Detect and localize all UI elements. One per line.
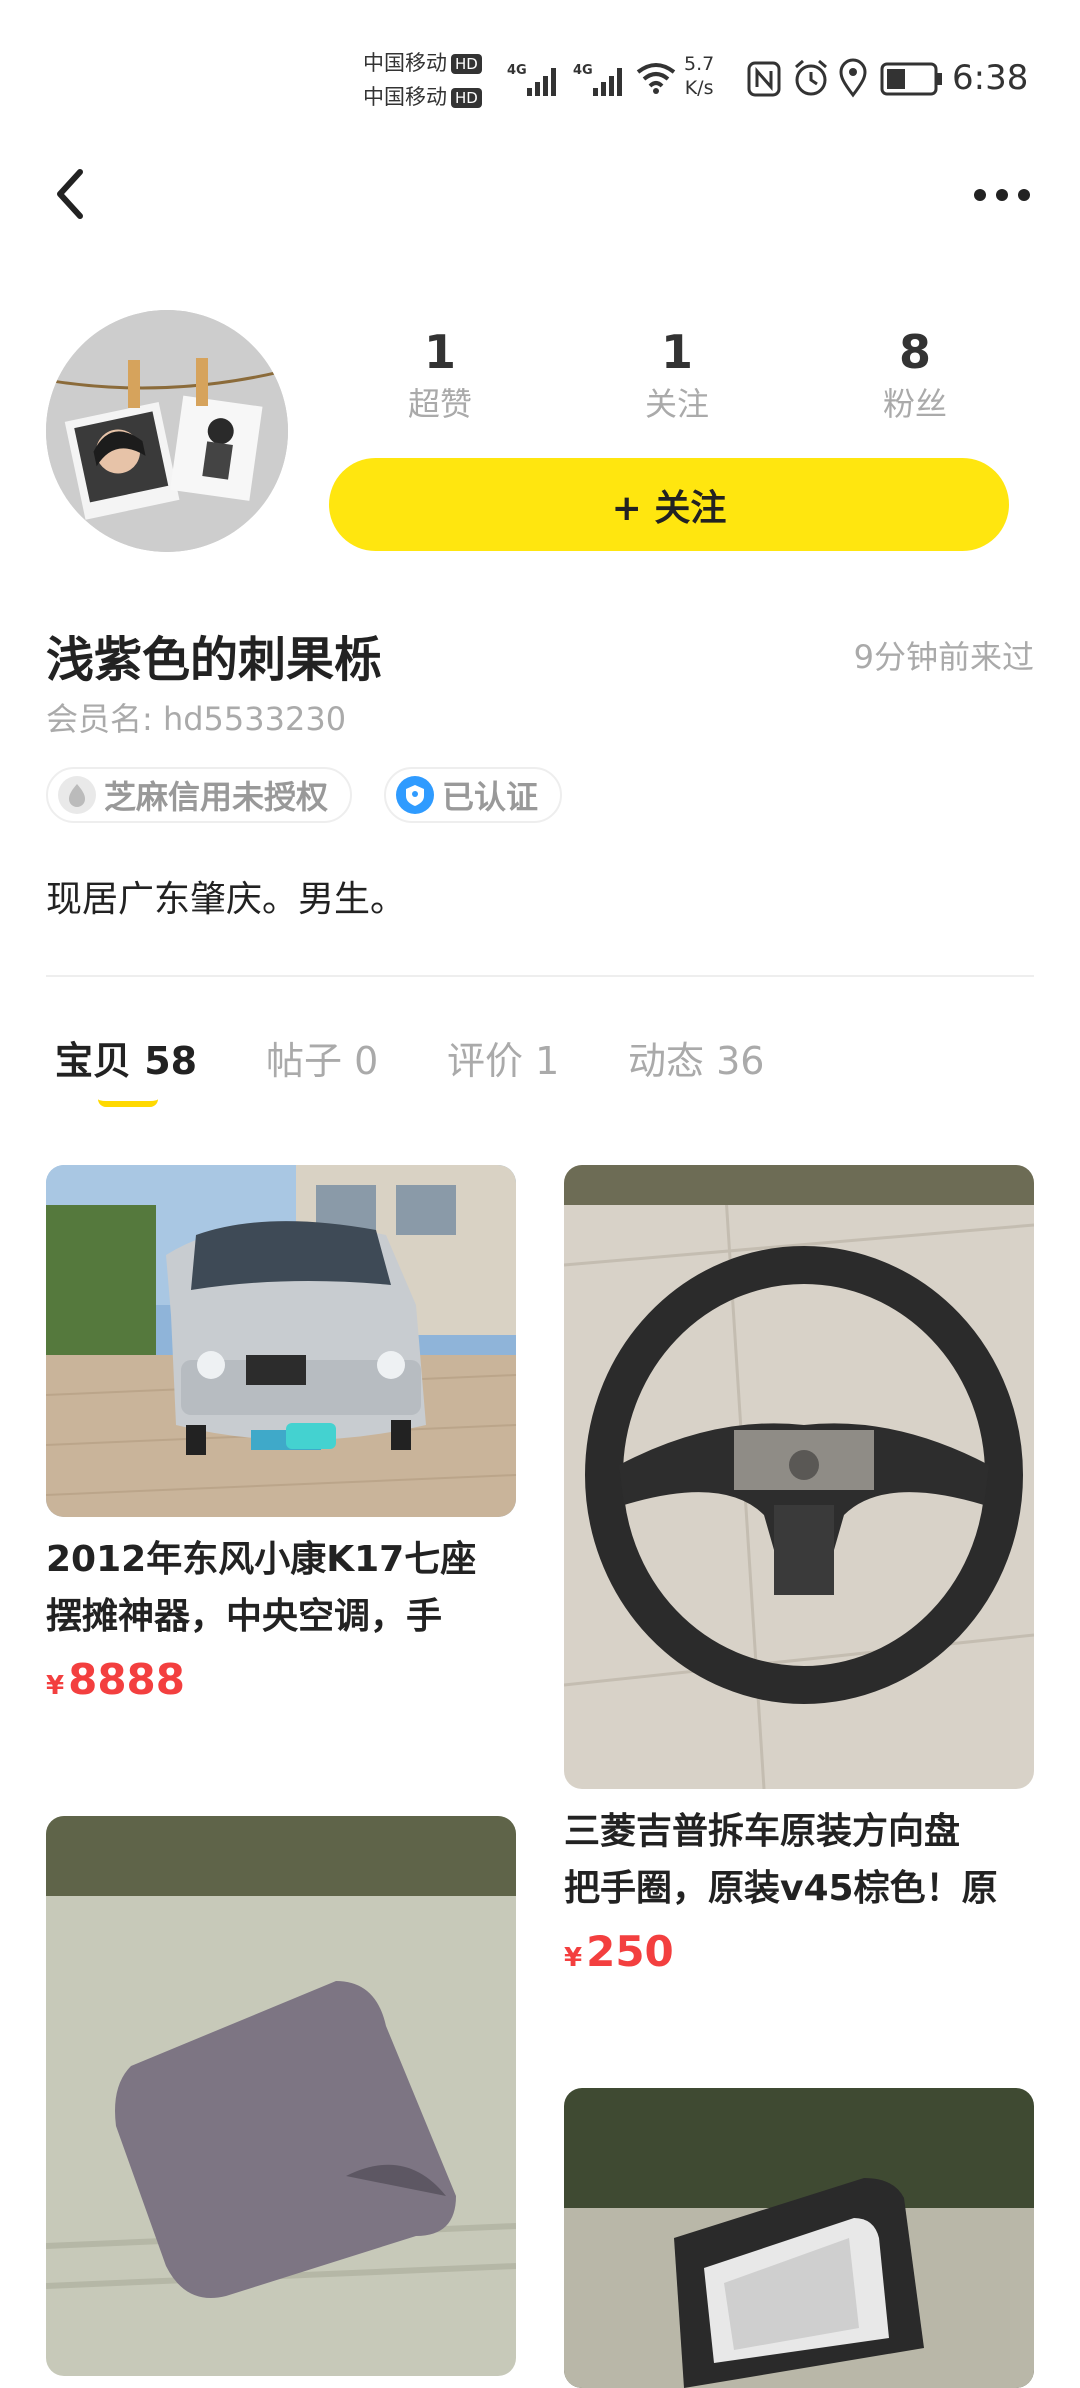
verified-icon [396, 776, 434, 814]
stat-fans-value: 8 [898, 325, 931, 379]
avatar[interactable] [46, 310, 288, 552]
tab-posts[interactable]: 帖子 0 [266, 1030, 378, 1085]
product-image[interactable] [564, 1165, 1034, 1789]
sesame-credit-label: 芝麻信用未授权 [104, 778, 329, 816]
hd-badge: HD [451, 88, 482, 108]
product-card[interactable]: 三菱吉普拆车原装方向盘 把手圈，原装v45棕色！原 ¥250 [564, 1165, 1034, 1976]
carrier-1: 中国移动 [363, 51, 447, 75]
signal-icon: 4G 4G [507, 63, 622, 96]
product-title-line: 2012年东风小康K17七座 [46, 1539, 477, 1580]
currency-symbol: ¥ [564, 1943, 583, 1973]
tab-moments[interactable]: 动态 36 [628, 1030, 764, 1085]
price-value: 250 [586, 1927, 674, 1976]
carrier-2: 中国移动 [363, 85, 447, 109]
product-image[interactable] [564, 2088, 1034, 2388]
bio: 现居广东肇庆。男生。 [46, 879, 407, 920]
wifi-icon [636, 63, 676, 94]
stat-following[interactable]: 1 关注 [602, 325, 752, 425]
follow-button-label: + 关注 [611, 487, 727, 529]
sesame-icon [58, 776, 96, 814]
product-title-line: 把手圈，原装v45棕色！原 [564, 1868, 998, 1909]
stat-likes-value: 1 [423, 325, 456, 379]
stat-likes-label: 超赞 [407, 385, 472, 423]
net-speed-value: 5.7 [684, 53, 715, 75]
svg-text:4G: 4G [507, 63, 527, 78]
last-seen: 9分钟前来过 [853, 638, 1034, 676]
stat-following-value: 1 [660, 325, 693, 379]
divider [46, 975, 1034, 977]
tab-items[interactable]: 宝贝 58 [55, 1030, 197, 1085]
back-arrow-icon[interactable] [48, 160, 98, 230]
nickname: 浅紫色的刺果栎 [46, 632, 383, 688]
stat-likes[interactable]: 1 超赞 [365, 325, 515, 425]
battery-icon [880, 62, 942, 96]
active-tab-indicator [98, 1099, 158, 1107]
product-image[interactable] [46, 1816, 516, 2376]
product-title[interactable]: 2012年东风小康K17七座 摆摊神器，中央空调，手 [46, 1531, 516, 1645]
clock: 6:38 [952, 58, 1029, 98]
member-name: 会员名: hd5533230 [46, 700, 347, 738]
hd-badge: HD [451, 54, 482, 74]
product-title-line: 三菱吉普拆车原装方向盘 [564, 1811, 961, 1852]
tab-reviews[interactable]: 评价 1 [447, 1030, 559, 1085]
sesame-credit-badge[interactable]: 芝麻信用未授权 [46, 767, 353, 823]
currency-symbol: ¥ [46, 1671, 65, 1701]
more-options-icon[interactable] [970, 170, 1040, 220]
stat-fans[interactable]: 8 粉丝 [840, 325, 990, 425]
status-bar: 中国移动 HD 中国移动 HD 4G 4G 5.7 K/s 6:38 [0, 0, 1080, 150]
product-card[interactable]: 2012年东风小康K17七座 摆摊神器，中央空调，手 ¥8888 [46, 1165, 516, 1704]
alarm-icon [795, 59, 827, 96]
product-title[interactable]: 三菱吉普拆车原装方向盘 把手圈，原装v45棕色！原 [564, 1803, 1034, 1917]
product-price: ¥8888 [46, 1655, 516, 1704]
svg-text:4G: 4G [573, 63, 593, 78]
stat-following-label: 关注 [644, 385, 709, 423]
location-icon [839, 58, 867, 98]
product-price: ¥250 [564, 1927, 1034, 1976]
follow-button[interactable]: + 关注 [329, 458, 1009, 551]
price-value: 8888 [68, 1655, 185, 1704]
verified-label: 已认证 [442, 778, 539, 816]
product-title-line: 摆摊神器，中央空调，手 [46, 1596, 443, 1637]
stat-fans-label: 粉丝 [882, 385, 947, 423]
nfc-icon [747, 61, 781, 97]
verified-badge[interactable]: 已认证 [384, 767, 563, 823]
product-image[interactable] [46, 1165, 516, 1517]
net-speed-unit: K/s [684, 77, 714, 99]
